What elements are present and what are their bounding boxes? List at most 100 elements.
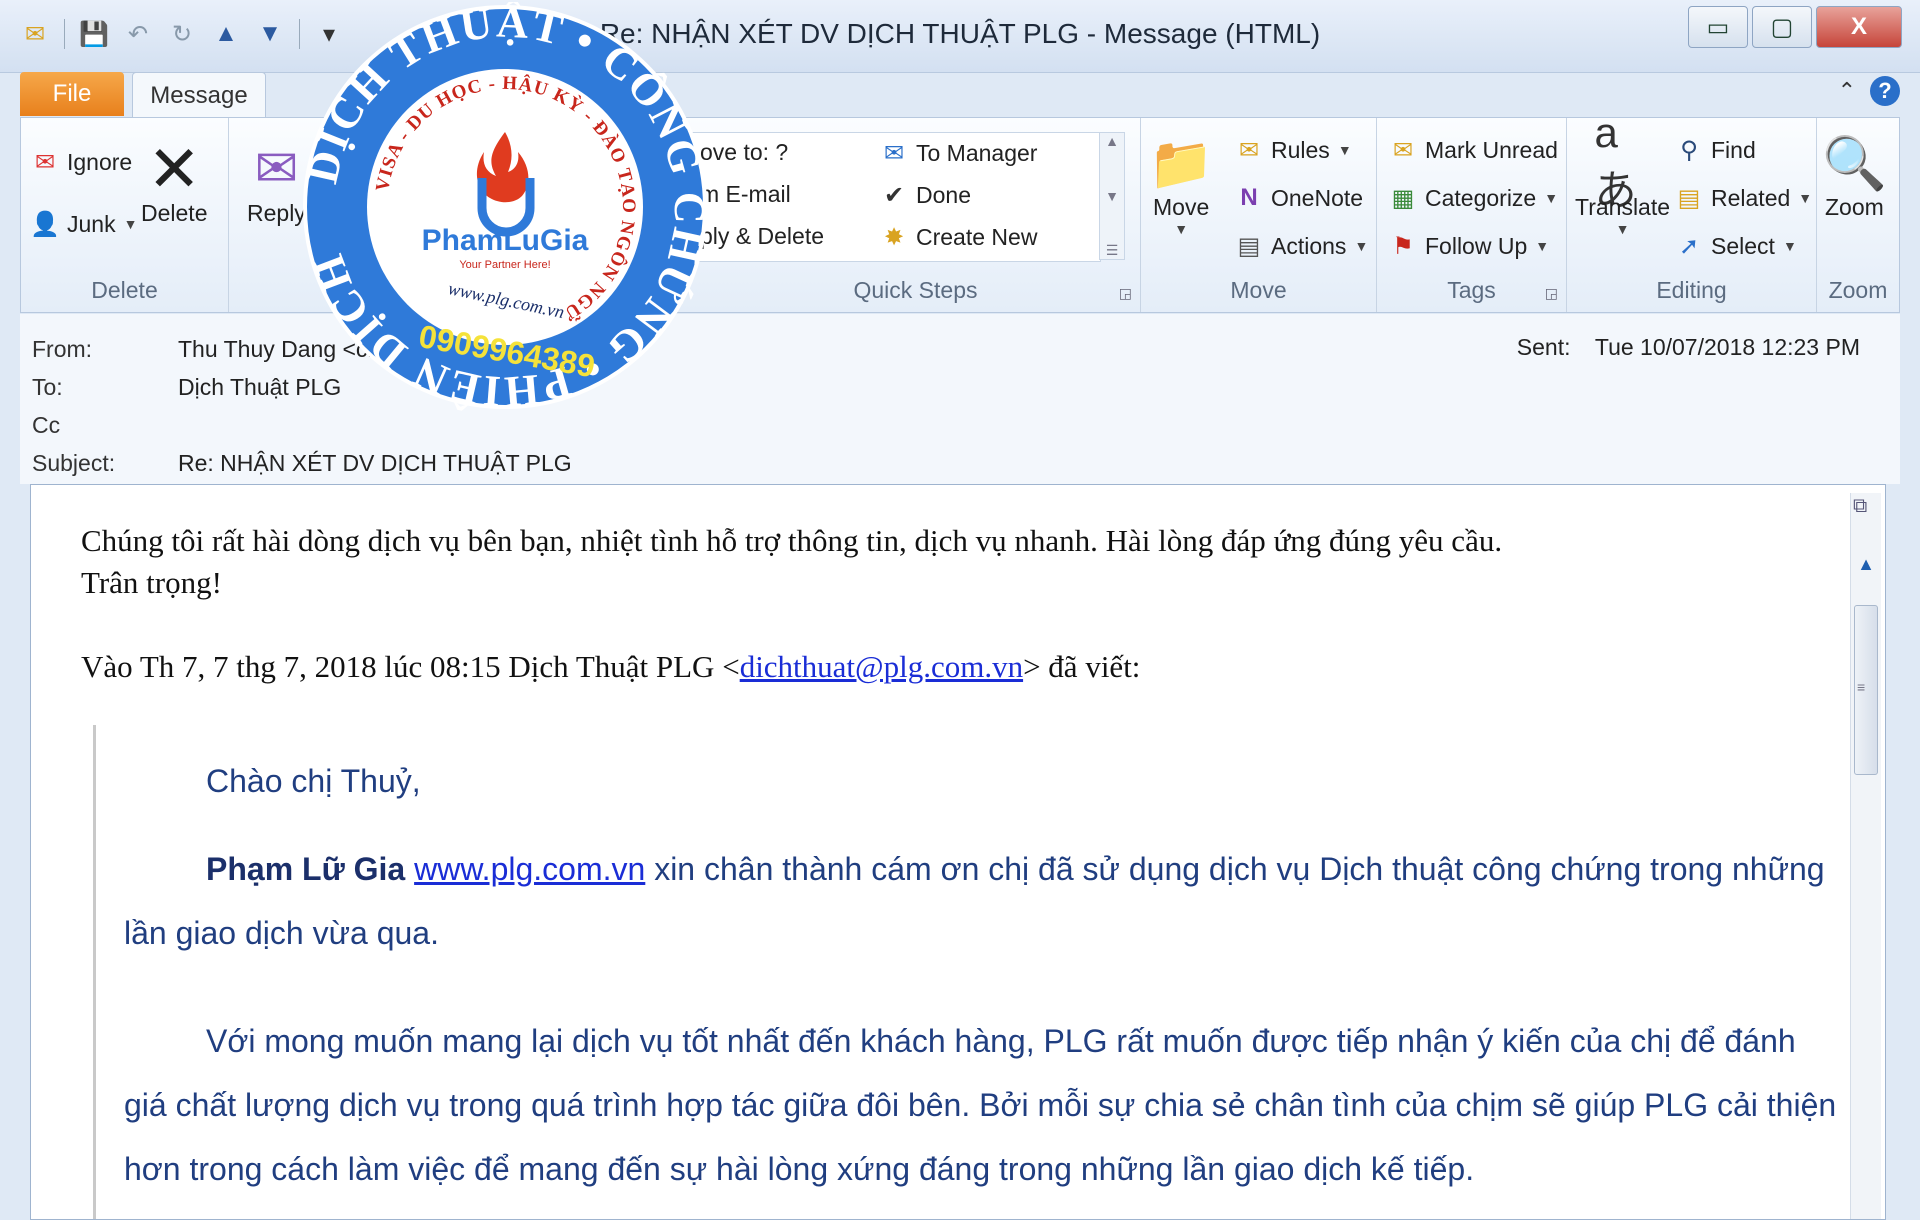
- chevron-down-icon: ▼: [1782, 238, 1797, 254]
- sent-label: Sent:: [1516, 334, 1571, 360]
- stamp-tagline: Your Partner Here!: [459, 259, 550, 271]
- mark-unread-label: Mark Unread: [1425, 136, 1558, 163]
- rules-label: Rules: [1271, 136, 1330, 163]
- chevron-down-icon: ▼: [123, 216, 138, 232]
- dialog-launcher-icon[interactable]: ◲: [1545, 285, 1558, 302]
- related-button[interactable]: ▤ Related ▼: [1675, 184, 1812, 212]
- to-manager-icon: ✉: [883, 139, 905, 167]
- minimize-ribbon-icon[interactable]: ⌃: [1838, 78, 1856, 104]
- flag-icon: ⚑: [1392, 232, 1414, 260]
- create-new-icon: ✸: [883, 223, 905, 251]
- tab-file[interactable]: File: [20, 72, 124, 116]
- maximize-button[interactable]: ▢: [1752, 6, 1812, 48]
- outlook-message-window: ✉ 💾 ↶ ↻ ▲ ▼ ▾ Re: NHẬN XÉT DV DỊCH THUẬT…: [0, 0, 1920, 1220]
- to-label: To:: [32, 374, 63, 400]
- chevron-down-icon: ▼: [1535, 238, 1550, 254]
- translate-label: Translate: [1575, 194, 1671, 220]
- reply-button[interactable]: ✉ Reply: [247, 138, 306, 227]
- scroll-grip-icon: ≡: [1857, 679, 1866, 695]
- actions-icon: ▤: [1237, 232, 1261, 260]
- help-icon[interactable]: ?: [1870, 76, 1900, 106]
- translate-button[interactable]: aあ Translate ▼: [1575, 109, 1671, 238]
- stamp-brand: PhamLuGia: [422, 224, 589, 257]
- ignore-button[interactable]: ✉ Ignore: [31, 148, 132, 176]
- reply-icon: ✉: [254, 140, 299, 198]
- view-options-icon[interactable]: ⧉: [1853, 495, 1867, 518]
- group-label-tags: Tags: [1447, 277, 1496, 303]
- quick-steps-scroll[interactable]: ▲ ▼ ☰: [1099, 132, 1125, 260]
- zoom-label: Zoom: [1825, 194, 1884, 220]
- more-icon[interactable]: ☰: [1106, 242, 1119, 259]
- binoculars-icon: ⚲: [1680, 136, 1698, 164]
- mark-unread-icon: ✉: [1392, 136, 1414, 164]
- quick-step-label: Create New: [916, 223, 1038, 250]
- window-title: Re: NHẬN XÉT DV DỊCH THUẬT PLG - Message…: [599, 18, 1321, 49]
- group-label-move: Move: [1230, 277, 1287, 303]
- group-label-quick-steps: Quick Steps: [853, 277, 978, 303]
- reply-label: Reply: [247, 200, 306, 226]
- company-stamp-logo: DỊCH THUẬT • CÔNG CHỨNG • PHIÊN DỊCH VIS…: [300, 2, 710, 412]
- mark-unread-button[interactable]: ✉ Mark Unread: [1389, 136, 1558, 164]
- quick-step-create-new[interactable]: ✸ Create New: [880, 223, 1038, 251]
- message-body[interactable]: Chúng tôi rất hài dòng dịch vụ bên bạn, …: [30, 484, 1886, 1220]
- website-link[interactable]: www.plg.com.vn: [414, 851, 645, 887]
- scroll-up-icon[interactable]: ▲: [1105, 133, 1119, 149]
- quote-email-link[interactable]: dichthuat@plg.com.vn: [740, 649, 1023, 684]
- junk-button[interactable]: 👤 Junk ▼: [30, 210, 138, 238]
- quick-step-label: ove to: ?: [700, 139, 789, 165]
- minimize-button[interactable]: ▭: [1688, 6, 1748, 48]
- actions-button[interactable]: ▤ Actions ▼: [1235, 232, 1369, 260]
- delete-x-icon: ✕: [147, 132, 202, 205]
- select-label: Select: [1711, 232, 1775, 259]
- close-button[interactable]: X: [1816, 6, 1902, 48]
- group-move: 📁 Move ▼ ✉ Rules ▼ N OneNote ▤ Actions ▼…: [1141, 118, 1377, 312]
- quick-step-label: ply & Delete: [700, 223, 825, 249]
- quoted-message: Chào chị Thuỷ, Phạm Lữ Gia www.plg.com.v…: [93, 725, 1856, 1219]
- dialog-launcher-icon[interactable]: ◲: [1119, 285, 1132, 302]
- quick-step-label: Done: [916, 181, 971, 208]
- move-button[interactable]: 📁 Move ▼: [1148, 132, 1214, 238]
- quick-step-to-manager[interactable]: ✉ To Manager: [880, 139, 1038, 167]
- quick-step-done[interactable]: ✔ Done: [880, 181, 971, 209]
- subject-label: Subject:: [32, 450, 116, 476]
- check-icon: ✔: [883, 181, 905, 209]
- delete-button[interactable]: ✕ Delete: [141, 132, 208, 227]
- group-editing: aあ Translate ▼ ⚲ Find ▤ Related ▼ ➚ Sele…: [1567, 109, 1817, 312]
- quote-paragraph-1: Phạm Lữ Gia www.plg.com.vn xin chân thàn…: [124, 837, 1844, 965]
- tab-message[interactable]: Message: [132, 72, 266, 119]
- categorize-button[interactable]: ▦ Categorize ▼: [1389, 184, 1558, 212]
- sent-info: Sent: Tue 10/07/2018 12:23 PM: [1517, 334, 1860, 361]
- zoom-button[interactable]: 🔍 Zoom: [1822, 132, 1887, 221]
- group-tags: ✉ Mark Unread ▦ Categorize ▼ ⚑ Follow Up…: [1377, 118, 1567, 312]
- rules-button[interactable]: ✉ Rules ▼: [1235, 136, 1352, 164]
- follow-up-button[interactable]: ⚑ Follow Up ▼: [1389, 232, 1549, 260]
- scroll-down-icon[interactable]: ▼: [1105, 188, 1119, 204]
- chevron-down-icon: ▼: [1354, 238, 1369, 254]
- delete-label: Delete: [141, 200, 208, 226]
- chevron-down-icon: ▼: [1544, 190, 1559, 206]
- ignore-label: Ignore: [67, 148, 133, 175]
- quote-intro: Vào Th 7, 7 thg 7, 2018 lúc 08:15 Dịch T…: [81, 649, 1140, 685]
- find-button[interactable]: ⚲ Find: [1675, 136, 1756, 164]
- quick-step-team-email[interactable]: m E-mail: [700, 181, 791, 208]
- body-line-2: Trân trọng!: [81, 565, 222, 600]
- cc-label: Cc: [32, 412, 61, 438]
- group-label-zoom: Zoom: [1828, 277, 1888, 303]
- body-scrollbar[interactable]: ⧉ ▲ ≡: [1850, 493, 1881, 1219]
- magnifier-icon: 🔍: [1822, 134, 1887, 193]
- onenote-button[interactable]: N OneNote: [1235, 184, 1363, 212]
- quote-greeting: Chào chị Thuỷ,: [206, 763, 421, 799]
- select-button[interactable]: ➚ Select ▼: [1675, 232, 1797, 260]
- group-label-editing: Editing: [1656, 277, 1727, 303]
- group-label-delete: Delete: [91, 277, 158, 303]
- quick-step-reply-delete[interactable]: ply & Delete: [700, 223, 824, 250]
- group-delete: ✉ Ignore 👤 Junk ▼ ✕ Delete Delete: [21, 118, 229, 312]
- quick-steps-gallery: ove to: ? m E-mail ply & Delete ✉ To Man…: [689, 132, 1101, 262]
- quick-step-move-to[interactable]: ove to: ?: [700, 139, 788, 166]
- quick-step-label: To Manager: [916, 139, 1038, 166]
- chevron-down-icon: ▼: [1615, 221, 1630, 237]
- scroll-up-icon[interactable]: ▲: [1853, 549, 1879, 579]
- folder-move-icon: 📁: [1148, 134, 1214, 193]
- ribbon-tab-extras: ⌃ ?: [1838, 76, 1900, 106]
- window-controls: ▭ ▢ X: [1688, 6, 1902, 48]
